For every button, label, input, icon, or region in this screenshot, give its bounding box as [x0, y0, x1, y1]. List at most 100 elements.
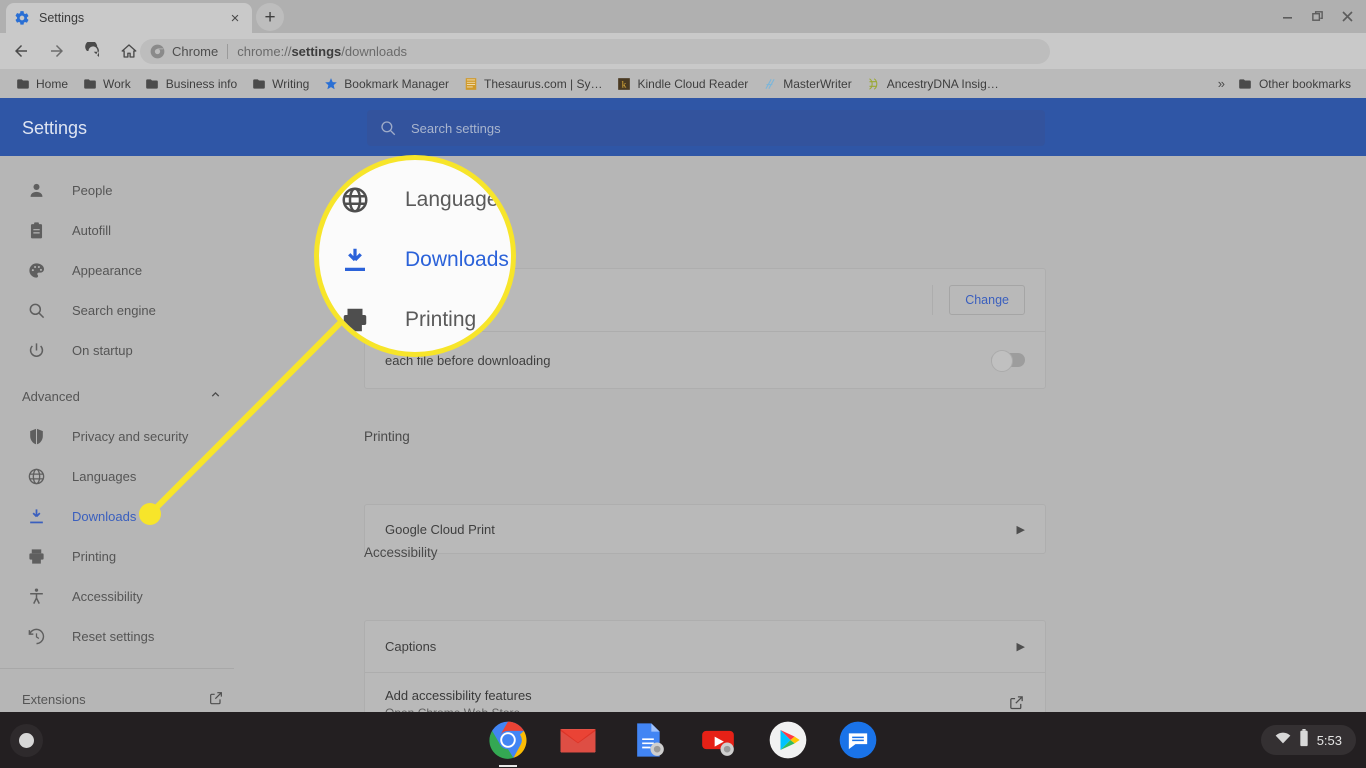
bookmarks-overflow-button[interactable]: » [1212, 76, 1231, 91]
youtube-app-icon[interactable] [698, 720, 738, 760]
close-icon[interactable] [1332, 2, 1362, 32]
magnified-item-label: Printing [405, 308, 477, 331]
printing-section-title: Printing [364, 429, 410, 444]
add-accessibility-features-row[interactable]: Add accessibility features Open Chrome W… [365, 672, 1045, 712]
captions-label: Captions [385, 639, 437, 654]
external-link-icon[interactable] [1008, 694, 1025, 713]
clipboard-icon [26, 220, 46, 240]
gmail-app-icon[interactable] [558, 720, 598, 760]
magnified-item-languages: Languages [339, 184, 509, 216]
sidebar-item-label: Reset settings [72, 628, 155, 644]
folder-icon [1238, 76, 1253, 91]
reload-icon[interactable] [78, 36, 108, 66]
kindle-icon: k [617, 76, 632, 91]
shelf-app-list [0, 712, 1366, 768]
tab-close-icon[interactable]: × [226, 9, 244, 27]
sidebar-item-label: Printing [72, 548, 117, 564]
captions-row[interactable]: Captions ▶ [365, 621, 1045, 672]
person-icon [26, 180, 46, 200]
ask-where-to-save-toggle[interactable] [991, 350, 1025, 372]
bookmark-label: Thesaurus.com | Sy… [484, 76, 603, 91]
thesaurus-icon [463, 76, 478, 91]
settings-page: Settings People Autofill Appearance [0, 98, 1366, 712]
omnibox-scheme-label: Chrome [172, 44, 219, 59]
sidebar-item-label: Downloads [72, 508, 137, 524]
sidebar-item-people[interactable]: People [0, 170, 262, 210]
magnified-item-printing: Printing [339, 304, 476, 336]
bookmark-kindle-cloud-reader[interactable]: k Kindle Cloud Reader [610, 73, 756, 95]
bookmark-work[interactable]: Work [75, 73, 138, 95]
folder-icon [15, 76, 30, 91]
omnibox-url: chrome://settings/downloads [237, 44, 407, 59]
bookmark-thesaurus[interactable]: Thesaurus.com | Sy… [456, 73, 610, 95]
sidebar-item-extensions[interactable]: Extensions [0, 679, 262, 712]
sidebar-item-printing[interactable]: Printing [0, 536, 262, 576]
sidebar-item-search-engine[interactable]: Search engine [0, 290, 262, 330]
magnified-item-label: Downloads [405, 248, 509, 271]
play-store-app-icon[interactable] [768, 720, 808, 760]
sidebar-extensions-label: Extensions [22, 691, 86, 707]
ancestrydna-icon [866, 76, 881, 91]
chevron-right-icon: ▶ [1016, 641, 1025, 653]
bookmark-writing[interactable]: Writing [244, 73, 316, 95]
folder-icon [251, 76, 266, 91]
add-accessibility-features-label: Add accessibility features [385, 687, 532, 703]
screen: Settings × + Chrome chrome://settings/do… [0, 0, 1366, 768]
sidebar-item-on-startup[interactable]: On startup [0, 330, 262, 370]
messages-app-icon[interactable] [838, 720, 878, 760]
bookmarks-bar: Home Work Business info Writing Bookmark… [0, 69, 1366, 98]
folder-icon [82, 76, 97, 91]
settings-header: Settings [0, 98, 1366, 156]
printing-card: Google Cloud Print ▶ [364, 504, 1046, 554]
row-divider [932, 285, 934, 315]
browser-tab-settings[interactable]: Settings × [6, 3, 252, 33]
google-cloud-print-label: Google Cloud Print [385, 521, 495, 537]
google-docs-app-icon[interactable] [628, 720, 668, 760]
sidebar-item-accessibility[interactable]: Accessibility [0, 576, 262, 616]
svg-text:k: k [622, 80, 627, 90]
sidebar-item-label: Autofill [72, 222, 112, 238]
sidebar-item-reset-settings[interactable]: Reset settings [0, 616, 262, 656]
globe-icon [339, 184, 371, 216]
sidebar-item-downloads[interactable]: Downloads [0, 496, 262, 536]
omnibox-url-prefix: chrome:// [237, 44, 292, 59]
tab-title: Settings [39, 11, 85, 25]
sidebar-item-autofill[interactable]: Autofill [0, 210, 262, 250]
bookmark-home[interactable]: Home [8, 73, 75, 95]
new-tab-button[interactable]: + [256, 3, 284, 31]
back-arrow-icon[interactable] [6, 36, 36, 66]
change-download-location-button[interactable]: Change [949, 285, 1025, 315]
bookmark-ancestrydna[interactable]: AncestryDNA Insig… [859, 73, 1006, 95]
chrome-app-icon[interactable] [488, 720, 528, 767]
page-title: Settings [22, 118, 88, 138]
sidebar-advanced-toggle[interactable]: Advanced [0, 376, 262, 416]
forward-arrow-icon[interactable] [42, 36, 72, 66]
system-tray[interactable]: 5:53 [1260, 725, 1356, 755]
google-cloud-print-row[interactable]: Google Cloud Print ▶ [365, 505, 1045, 553]
sidebar-item-languages[interactable]: Languages [0, 456, 262, 496]
omnibox-url-path: /downloads [341, 44, 408, 59]
globe-icon [26, 466, 46, 486]
sidebar-item-privacy-and-security[interactable]: Privacy and security [0, 416, 262, 456]
power-icon [26, 340, 46, 360]
omnibox-url-host: settings [291, 44, 342, 59]
other-bookmarks-folder[interactable]: Other bookmarks [1231, 73, 1358, 95]
restore-icon[interactable] [1302, 2, 1332, 32]
address-bar[interactable]: Chrome chrome://settings/downloads [140, 39, 1050, 64]
external-link-icon [208, 690, 224, 709]
tab-strip: Settings × + [0, 0, 1366, 33]
minimize-icon[interactable] [1272, 2, 1302, 32]
search-input[interactable] [411, 120, 1033, 136]
magnified-item-label: Languages [405, 188, 509, 211]
accessibility-section-title: Accessibility [364, 545, 438, 560]
bookmark-masterwriter[interactable]: MasterWriter [755, 73, 858, 95]
accessibility-card: Captions ▶ Add accessibility features Op… [364, 620, 1046, 712]
bookmark-label: Work [103, 76, 131, 91]
bookmark-business-info[interactable]: Business info [138, 73, 244, 95]
search-settings-box[interactable] [367, 110, 1045, 146]
sidebar-item-appearance[interactable]: Appearance [0, 250, 262, 290]
bookmark-bookmark-manager[interactable]: Bookmark Manager [316, 73, 456, 95]
clock-label: 5:53 [1316, 732, 1342, 748]
wifi-icon [1275, 731, 1291, 750]
sidebar-item-label: Accessibility [72, 588, 143, 604]
